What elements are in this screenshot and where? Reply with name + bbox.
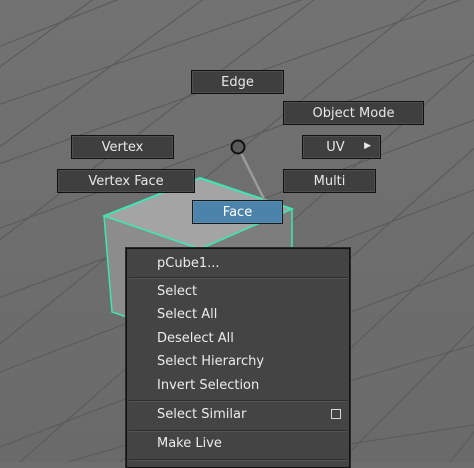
marking-menu-uv-label: UV xyxy=(326,139,345,155)
marking-menu-center xyxy=(230,139,246,155)
marking-menu-face[interactable]: Face xyxy=(192,200,283,224)
marking-menu-vertex-face[interactable]: Vertex Face xyxy=(57,169,195,193)
marking-menu-multi[interactable]: Multi xyxy=(283,169,376,193)
menu-item-select-similar-label: Select Similar xyxy=(157,407,247,422)
menu-separator xyxy=(129,459,347,461)
menu-item-invert-selection[interactable]: Invert Selection xyxy=(127,375,349,397)
menu-item-select[interactable]: Select xyxy=(127,281,349,303)
menu-separator xyxy=(129,430,347,432)
menu-separator xyxy=(129,400,347,402)
menu-item-select-all[interactable]: Select All xyxy=(127,304,349,326)
menu-item-select-hierarchy[interactable]: Select Hierarchy xyxy=(127,351,349,373)
menu-separator xyxy=(129,277,347,279)
submenu-arrow-icon: ▶ xyxy=(364,141,371,151)
marking-menu-vertex[interactable]: Vertex xyxy=(71,135,174,159)
marking-menu-object-mode[interactable]: Object Mode xyxy=(283,101,424,125)
marking-menu-edge[interactable]: Edge xyxy=(191,70,284,94)
menu-item-select-similar[interactable]: Select Similar xyxy=(127,404,349,426)
menu-item-deselect-all[interactable]: Deselect All xyxy=(127,328,349,350)
object-context-menu: pCube1... Select Select All Deselect All… xyxy=(126,248,350,468)
option-box-icon[interactable] xyxy=(331,409,341,419)
marking-menu-uv[interactable]: UV ▶ xyxy=(302,135,381,159)
menu-item-object-name[interactable]: pCube1... xyxy=(127,253,349,275)
menu-item-make-live[interactable]: Make Live xyxy=(127,433,349,455)
